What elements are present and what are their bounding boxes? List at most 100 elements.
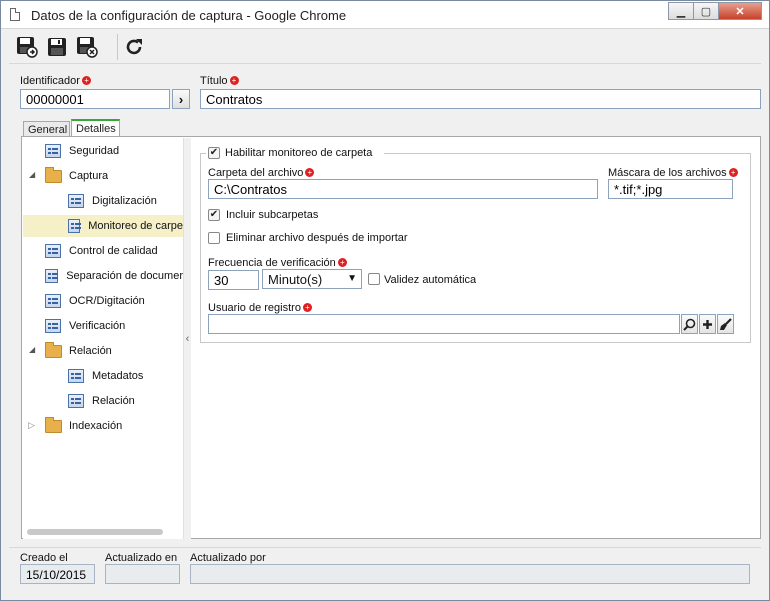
actualizado-en-label: Actualizado en <box>105 552 178 564</box>
save-and-new-icon <box>17 37 38 58</box>
tree-item-label: Separación de documer <box>66 270 183 282</box>
tree-item-monitoreo[interactable]: Monitoreo de carpe <box>23 215 183 237</box>
mascara-label: Máscara de los archivos + <box>608 167 738 179</box>
usuario-clear-button[interactable] <box>717 314 734 334</box>
toolbar-separator <box>117 34 118 60</box>
required-icon: + <box>302 303 312 312</box>
incluir-checkbox[interactable]: ✔ <box>208 209 220 221</box>
folder-icon <box>45 416 62 433</box>
usuario-search-button[interactable] <box>681 314 698 334</box>
window-title: Datos de la configuración de captura - G… <box>31 8 347 23</box>
tree-item-digitalizacion[interactable]: Digitalización <box>23 190 183 212</box>
tree-item-label: Indexación <box>69 420 123 432</box>
page-icon <box>68 394 84 408</box>
minimize-icon: ▁ <box>676 5 686 18</box>
frecuencia-unit-select[interactable]: Minuto(s) ▼ <box>262 269 362 289</box>
tree-item-verificacion[interactable]: Verificación <box>23 315 183 337</box>
tree-item-relacion[interactable]: Relación <box>23 390 183 412</box>
titulo-label: Título + <box>200 75 239 87</box>
creado-field: 15/10/2015 <box>20 564 95 584</box>
tree-item-label: Captura <box>69 170 109 182</box>
tree-item-seguridad[interactable]: Seguridad <box>23 140 183 162</box>
tree-item-indexacion[interactable]: Indexación <box>23 415 183 437</box>
refresh-button[interactable] <box>122 36 146 58</box>
eliminar-label: Eliminar archivo después de importar <box>226 232 408 244</box>
required-icon: + <box>305 168 315 177</box>
usuario-field[interactable] <box>208 314 680 334</box>
incluir-label: Incluir subcarpetas <box>226 209 319 221</box>
identificador-field[interactable]: 00000001 <box>20 89 170 109</box>
usuario-label: Usuario de registro + <box>208 302 312 314</box>
actualizado-en-field <box>105 564 180 584</box>
validez-label: Validez automática <box>384 274 477 286</box>
tree-item-control-calidad[interactable]: Control de calidad <box>23 240 183 262</box>
toolbar <box>9 30 761 64</box>
page-icon <box>68 219 82 233</box>
carpeta-label: Carpeta del archivo + <box>208 167 315 179</box>
fieldset-legend: ✔ Habilitar monitoreo de carpeta <box>206 145 384 161</box>
required-icon: + <box>229 76 239 85</box>
creado-label: Creado el <box>20 552 68 564</box>
details-panel: Seguridad ◢ Captura Digitalización Monit… <box>21 136 761 539</box>
page-icon <box>45 319 61 333</box>
dropdown-arrow-icon: ▼ <box>347 273 357 284</box>
eliminar-checkbox[interactable] <box>208 232 220 244</box>
panel-splitter[interactable]: ‹ <box>183 138 191 539</box>
page-icon <box>45 244 61 258</box>
frecuencia-label: Frecuencia de verificación + <box>208 257 347 269</box>
tree-item-label: Relación <box>92 395 135 407</box>
tree-item-captura[interactable]: Captura <box>23 165 183 187</box>
save-button[interactable] <box>45 36 69 58</box>
identificador-next-button[interactable]: › <box>172 89 190 109</box>
tree-item-separacion[interactable]: Separación de documer <box>23 265 183 287</box>
frecuencia-field[interactable]: 30 <box>208 270 259 290</box>
habilitar-label: Habilitar monitoreo de carpeta <box>225 147 373 159</box>
browser-window: Datos de la configuración de captura - G… <box>0 0 770 601</box>
save-and-new-button[interactable] <box>15 36 39 58</box>
tree-horizontal-scrollbar[interactable] <box>27 529 163 535</box>
tree-item-label: OCR/Digitación <box>69 295 145 307</box>
page-icon <box>45 294 61 308</box>
navigation-tree: Seguridad ◢ Captura Digitalización Monit… <box>23 138 183 539</box>
title-bar: Datos de la configuración de captura - G… <box>1 1 769 29</box>
maximize-icon: ▢ <box>700 5 712 18</box>
close-button[interactable]: ✕ <box>718 2 762 20</box>
usuario-add-button[interactable] <box>699 314 716 334</box>
page-icon <box>45 269 59 283</box>
tree-item-label: Control de calidad <box>69 245 158 257</box>
tree-item-ocr[interactable]: OCR/Digitación <box>23 290 183 312</box>
save-and-close-button[interactable] <box>75 36 99 58</box>
required-icon: + <box>728 168 738 177</box>
tree-item-label: Metadatos <box>92 370 144 382</box>
tree-item-relacion-folder[interactable]: Relación <box>23 340 183 362</box>
minimize-button[interactable]: ▁ <box>668 2 694 20</box>
identificador-label: Identificador + <box>20 75 91 87</box>
footer-divider <box>9 547 761 548</box>
mascara-field[interactable]: *.tif;*.jpg <box>608 179 733 199</box>
frecuencia-unit-value: Minuto(s) <box>268 272 323 287</box>
save-and-close-icon <box>77 37 98 58</box>
folder-open-icon <box>45 166 62 183</box>
tree-item-label: Verificación <box>69 320 126 332</box>
tree-item-metadatos[interactable]: Metadatos <box>23 365 183 387</box>
search-icon <box>683 318 696 331</box>
maximize-button[interactable]: ▢ <box>693 2 719 20</box>
folder-open-icon <box>45 341 62 358</box>
page-icon <box>45 144 61 158</box>
page-icon <box>68 369 84 383</box>
titulo-field[interactable]: Contratos <box>200 89 761 109</box>
chevron-right-icon: › <box>178 91 184 107</box>
validez-checkbox[interactable] <box>368 273 380 285</box>
document-icon <box>10 8 20 21</box>
tree-item-label: Seguridad <box>69 145 120 157</box>
save-icon <box>48 38 66 56</box>
tree-item-label: Monitoreo de carpe <box>88 220 183 232</box>
carpeta-field[interactable]: C:\Contratos <box>208 179 598 199</box>
eraser-icon <box>720 317 732 330</box>
required-icon: + <box>81 76 91 85</box>
habilitar-checkbox[interactable]: ✔ <box>208 147 220 159</box>
actualizado-por-label: Actualizado por <box>190 552 266 564</box>
refresh-icon <box>126 39 142 55</box>
close-icon: ✕ <box>735 5 745 18</box>
page-icon <box>68 194 84 208</box>
